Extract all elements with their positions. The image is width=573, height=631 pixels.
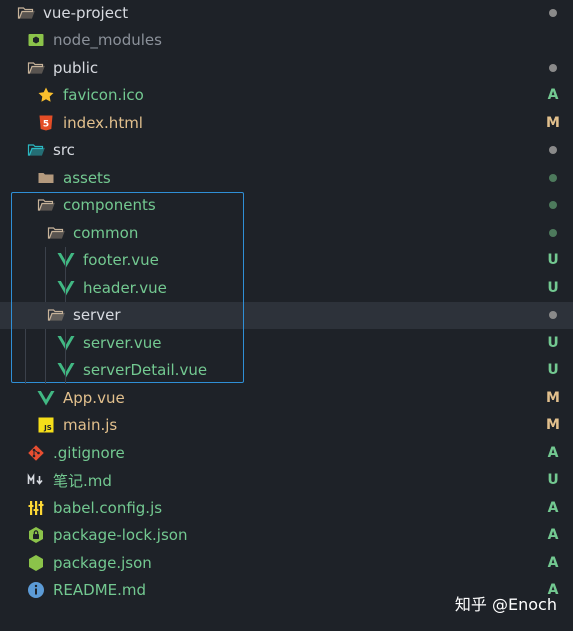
tree-row-package-lock-json[interactable]: package-lock.json A [0, 522, 573, 549]
tree-row-app-vue[interactable]: App.vue M [0, 384, 573, 411]
tree-row-favicon-ico[interactable]: favicon.ico A [0, 82, 573, 109]
tree-row-package-json[interactable]: package.json A [0, 549, 573, 576]
git-status-badge: U [547, 362, 559, 378]
markdown-icon [27, 471, 45, 489]
tree-item-label: server [73, 306, 121, 324]
tree-item-label: common [73, 223, 139, 242]
git-status-badge: A [547, 527, 559, 543]
tree-item-label: 笔记.md [53, 471, 112, 490]
git-status-badge: U [547, 472, 559, 488]
indent-guide [65, 246, 66, 274]
tree-item-label: node_modules [53, 31, 162, 49]
tree-row-gitignore[interactable]: .gitignore A [0, 439, 573, 466]
tree-item-label: public [53, 58, 99, 77]
vue-icon [57, 251, 75, 269]
indent-guide [65, 356, 66, 384]
git-status-dot [545, 225, 561, 241]
tree-item-label: package-lock.json [53, 526, 188, 544]
tree-row-babel-config-js[interactable]: babel.config.js A [0, 494, 573, 521]
tree-row-public[interactable]: public [0, 54, 573, 81]
tree-row-src[interactable]: src [0, 137, 573, 164]
indent-guide [65, 329, 66, 357]
indent-guide [45, 246, 46, 274]
svg-text:JS: JS [43, 424, 52, 432]
tree-item-label: header.vue [83, 278, 167, 297]
indent-guide [25, 329, 26, 357]
js-icon: JS [37, 416, 55, 434]
git-icon [27, 444, 45, 462]
vue-icon [37, 389, 55, 407]
tree-item-label: babel.config.js [53, 498, 163, 517]
git-status-badge: A [547, 87, 559, 103]
tree-row-header-vue[interactable]: header.vue U [0, 274, 573, 301]
tree-item-label: vue-project [43, 3, 129, 22]
tree-row-vue-project[interactable]: vue-project [0, 0, 573, 26]
node-modules-folder-icon [27, 31, 45, 49]
git-status-badge: U [547, 279, 559, 296]
folder-open-icon [47, 224, 65, 242]
git-status-dot [545, 60, 561, 76]
tree-item-label: favicon.ico [63, 86, 144, 104]
tree-row-components[interactable]: components [0, 192, 573, 219]
tree-row-common[interactable]: common [0, 219, 573, 246]
tree-item-label: serverDetail.vue [83, 361, 208, 379]
tree-row-index-html[interactable]: 5 index.html M [0, 109, 573, 136]
tree-item-label: server.vue [83, 333, 162, 352]
folder-open-icon [27, 59, 45, 77]
nodejs-icon [27, 554, 45, 572]
indent-guide [25, 356, 26, 384]
tree-row-assets[interactable]: assets [0, 164, 573, 191]
tree-row-node-modules[interactable]: node_modules [0, 27, 573, 54]
tree-item-label: assets [63, 168, 111, 187]
git-status-badge: U [547, 334, 559, 351]
tree-item-label: components [63, 196, 156, 214]
tree-item-label: main.js [63, 416, 118, 434]
indent-guide [45, 274, 46, 302]
tree-item-label: index.html [63, 113, 143, 132]
tree-row-md[interactable]: 笔记.md U [0, 467, 573, 494]
svg-text:5: 5 [43, 119, 49, 129]
tree-row-main-js[interactable]: JS main.js M [0, 412, 573, 439]
folder-open-icon [17, 4, 35, 22]
tree-item-label: package.json [53, 553, 152, 572]
babel-icon [27, 499, 45, 517]
indent-guide [45, 356, 46, 384]
indent-guide [45, 329, 46, 357]
git-status-dot [545, 197, 561, 213]
vue-icon [57, 279, 75, 297]
git-status-dot [545, 5, 561, 21]
tree-item-label: .gitignore [53, 443, 125, 462]
git-status-badge: M [546, 114, 560, 131]
tree-item-label: App.vue [63, 388, 125, 407]
tree-row-server[interactable]: server [0, 301, 573, 329]
src-folder-icon [27, 141, 45, 159]
html5-icon: 5 [37, 114, 55, 132]
folder-open-icon [47, 306, 65, 324]
folder-open-icon [37, 196, 55, 214]
tree-row-server-vue[interactable]: server.vue U [0, 329, 573, 356]
tree-row-footer-vue[interactable]: footer.vue U [0, 247, 573, 274]
git-status-badge: M [546, 389, 560, 406]
git-status-dot [545, 170, 561, 186]
git-status-badge: A [547, 499, 559, 516]
tree-item-label: src [53, 141, 75, 159]
npm-lock-icon [27, 526, 45, 544]
vue-icon [57, 334, 75, 352]
tree-row-serverdetail-vue[interactable]: serverDetail.vue U [0, 357, 573, 384]
folder-closed-icon [37, 169, 55, 187]
star-icon [37, 86, 55, 104]
git-status-dot [545, 307, 561, 323]
indent-guide [65, 274, 66, 302]
git-status-badge: A [547, 444, 559, 461]
vue-icon [57, 361, 75, 379]
git-status-dot [545, 142, 561, 158]
git-status-badge: M [546, 417, 560, 433]
tree-item-label: footer.vue [83, 251, 159, 269]
git-status-badge: A [547, 554, 559, 571]
info-icon [27, 581, 45, 599]
git-status-badge: U [547, 252, 559, 268]
watermark: 知乎 @Enoch [454, 595, 557, 614]
